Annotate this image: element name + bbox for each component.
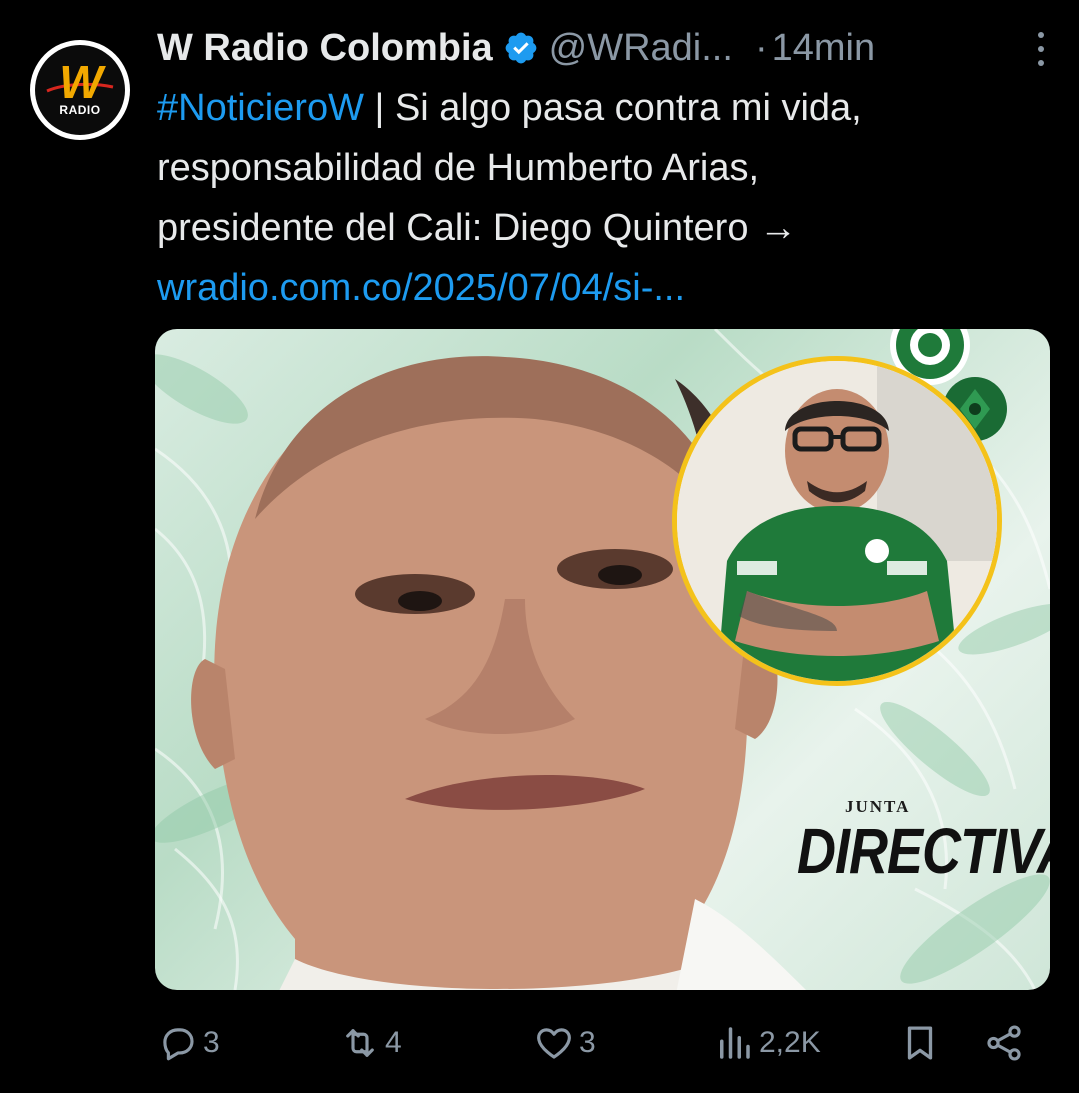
view-count: 2,2K xyxy=(759,1026,821,1059)
overlay-junta-text: JUNTA xyxy=(845,797,911,816)
tweet-text-line-1: | Si algo pasa contra mi vida, xyxy=(363,87,862,129)
reply-count: 3 xyxy=(203,1026,220,1059)
more-vertical-icon[interactable] xyxy=(1035,32,1047,66)
like-button[interactable]: 3 xyxy=(533,1015,596,1071)
share-icon xyxy=(987,1025,1021,1061)
like-count: 3 xyxy=(579,1026,596,1059)
tweet-media-image[interactable]: JUNTA DIRECTIVA xyxy=(155,329,1050,990)
heart-icon xyxy=(537,1028,571,1059)
w-radio-logo: W RADIO xyxy=(35,45,125,135)
tweet-text: #NoticieroW | Si algo pasa contra mi vid… xyxy=(157,78,1047,318)
tweet-text-line-3: presidente del Cali: Diego Quintero → xyxy=(157,207,798,249)
tweet-text-line-2: responsabilidad de Humberto Arias, xyxy=(157,147,760,189)
views-button[interactable]: 2,2K xyxy=(713,1015,821,1071)
hashtag-link[interactable]: #NoticieroW xyxy=(157,87,364,129)
share-button[interactable] xyxy=(983,1015,1025,1071)
bar-chart-icon xyxy=(720,1027,750,1059)
speech-bubble-icon xyxy=(163,1028,194,1061)
repost-arrows-icon xyxy=(346,1029,374,1057)
article-link[interactable]: wradio.com.co/2025/07/04/si-... xyxy=(157,258,1047,318)
repost-count: 4 xyxy=(385,1026,402,1059)
tweet-actions: 3 4 3 2,2K xyxy=(157,1015,1027,1071)
avatar[interactable]: W RADIO xyxy=(30,40,130,140)
bookmark-icon xyxy=(907,1026,933,1060)
timestamp[interactable]: 14min xyxy=(772,27,876,70)
handle[interactable]: @WRadi... xyxy=(549,27,733,70)
portrait-diego-quintero xyxy=(677,361,997,681)
separator-dot: · xyxy=(754,26,768,69)
logo-letter: W xyxy=(59,56,102,108)
bookmark-button[interactable] xyxy=(899,1015,941,1071)
verified-badge-icon xyxy=(505,32,537,64)
repost-button[interactable]: 4 xyxy=(339,1015,402,1071)
reply-button[interactable]: 3 xyxy=(157,1015,220,1071)
logo-subtext: RADIO xyxy=(59,103,101,117)
overlay-directiva-text: DIRECTIVA xyxy=(797,816,1050,887)
tweet-header: W Radio Colombia @WRadi... · 14min xyxy=(157,22,1047,74)
tweet[interactable]: W RADIO W Radio Colombia @WRadi... · 14m… xyxy=(0,0,1079,1093)
display-name[interactable]: W Radio Colombia xyxy=(157,27,493,70)
inset-photo-diego-quintero xyxy=(672,356,1002,686)
